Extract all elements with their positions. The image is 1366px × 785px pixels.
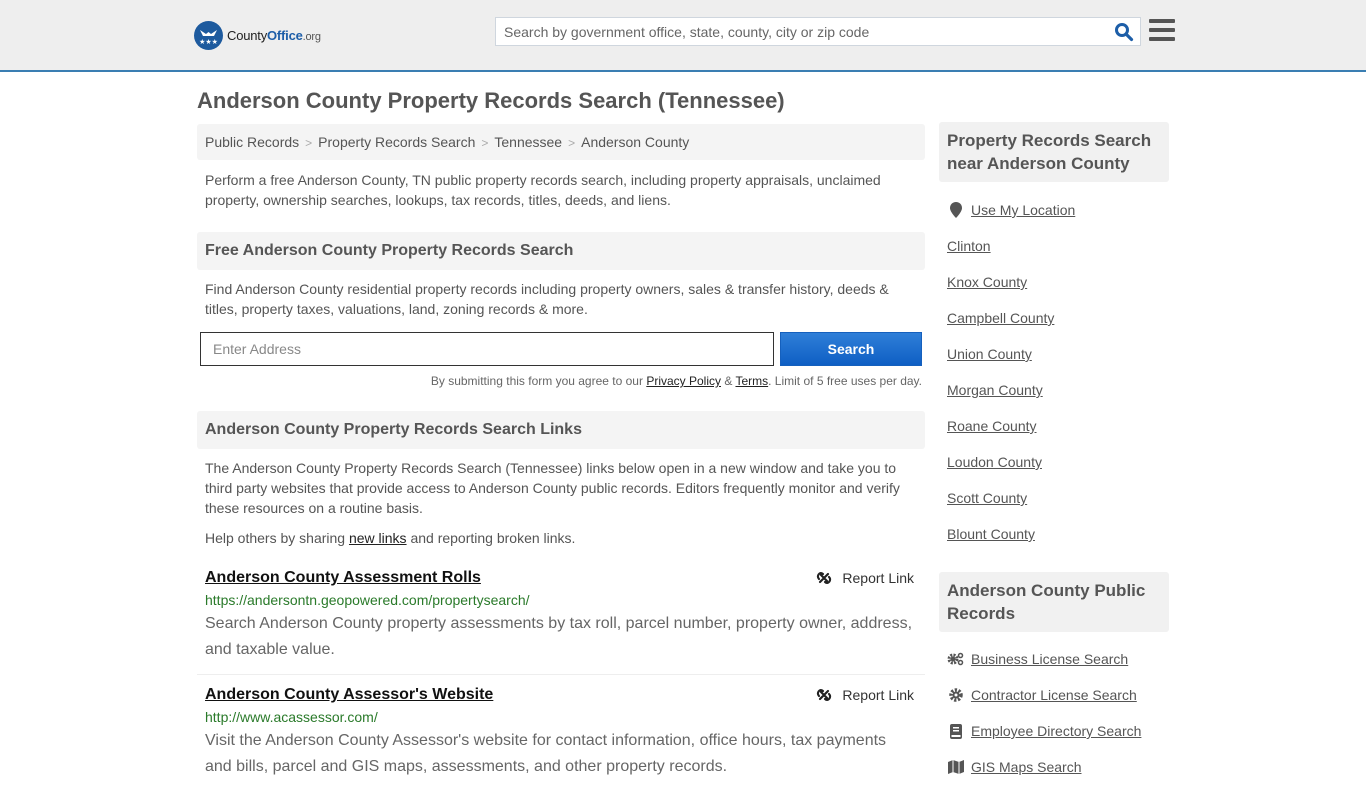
links-section-description: The Anderson County Property Records Sea… (205, 460, 900, 516)
map-marker-icon (947, 202, 964, 218)
broken-link-icon (817, 572, 832, 584)
terms-link[interactable]: Terms (735, 374, 768, 388)
free-search-description: Find Anderson County residential propert… (205, 281, 889, 317)
hamburger-menu-icon[interactable] (1149, 19, 1175, 41)
page-title: Anderson County Property Records Search … (197, 88, 785, 113)
resource-url: https://andersontn.geopowered.com/proper… (205, 592, 530, 608)
gears-icon (947, 651, 964, 667)
new-links-link[interactable]: new links (349, 530, 407, 546)
eagle-stars-icon: ★★★ (194, 21, 223, 50)
book-icon (947, 723, 964, 739)
nearby-link[interactable]: Roane County (947, 408, 1167, 444)
help-text: Help others by sharing new links and rep… (205, 530, 576, 546)
county-office-logo[interactable]: ★★★ CountyOffice.org (194, 21, 321, 50)
public-record-link[interactable]: GIS Maps Search (947, 749, 1167, 785)
use-my-location[interactable]: Use My Location (947, 192, 1167, 228)
resource-description: Search Anderson County property assessme… (205, 615, 913, 658)
breadcrumb-separator: > (481, 136, 489, 150)
breadcrumb-separator: > (568, 136, 576, 150)
resource-url: http://www.acassessor.com/ (205, 709, 378, 725)
breadcrumb-separator: > (305, 136, 313, 150)
address-input[interactable] (200, 332, 774, 366)
intro-text: Perform a free Anderson County, TN publi… (205, 172, 881, 208)
site-search (495, 17, 1141, 46)
nearby-link[interactable]: Morgan County (947, 372, 1167, 408)
resource-link-title[interactable]: Anderson County Assessor's Website (205, 686, 493, 703)
svg-text:★★★: ★★★ (199, 38, 218, 46)
free-search-heading: Free Anderson County Property Records Se… (197, 232, 925, 270)
address-search-button[interactable]: Search (780, 332, 922, 366)
gear-icon (947, 687, 964, 703)
nearby-link[interactable]: Scott County (947, 480, 1167, 516)
logo-text: CountyOffice.org (227, 28, 321, 43)
resource-link-item: Anderson County Assessor's Website Repor… (205, 686, 917, 780)
nearby-heading: Property Records Search near Anderson Co… (939, 122, 1169, 182)
public-records-list: Business License Search Contractor Licen… (947, 641, 1167, 785)
resource-link-item: Anderson County Assessment Rolls Report … (205, 569, 917, 663)
public-record-link[interactable]: Contractor License Search (947, 677, 1167, 713)
nearby-link[interactable]: Loudon County (947, 444, 1167, 480)
public-record-link[interactable]: Business License Search (947, 641, 1167, 677)
public-record-link[interactable]: Employee Directory Search (947, 713, 1167, 749)
links-section-heading: Anderson County Property Records Search … (197, 411, 925, 449)
nearby-list: Use My Location Clinton Knox County Camp… (947, 192, 1167, 552)
breadcrumb: Public Records > Property Records Search > T… (197, 124, 925, 160)
breadcrumb-public-records[interactable]: Public Records (205, 134, 299, 150)
nearby-link[interactable]: Knox County (947, 264, 1167, 300)
resource-description: Visit the Anderson County Assessor's web… (205, 732, 887, 775)
breadcrumb-tennessee[interactable]: Tennessee (494, 134, 562, 150)
public-records-heading: Anderson County Public Records (939, 572, 1169, 632)
privacy-policy-link[interactable]: Privacy Policy (646, 374, 721, 388)
nearby-link[interactable]: Campbell County (947, 300, 1167, 336)
resource-link-title[interactable]: Anderson County Assessment Rolls (205, 569, 481, 586)
form-disclaimer: By submitting this form you agree to our… (430, 374, 922, 388)
report-link-button[interactable]: Report Link (816, 570, 914, 586)
breadcrumb-property-records-search[interactable]: Property Records Search (318, 134, 475, 150)
search-icon[interactable] (1114, 22, 1134, 42)
broken-link-icon (817, 689, 832, 701)
nearby-link[interactable]: Union County (947, 336, 1167, 372)
divider (197, 674, 925, 675)
breadcrumb-current: Anderson County (581, 134, 690, 150)
report-link-button[interactable]: Report Link (816, 687, 914, 703)
nearby-link[interactable]: Blount County (947, 516, 1167, 552)
site-header: ★★★ CountyOffice.org (0, 0, 1366, 72)
nearby-link[interactable]: Clinton (947, 228, 1167, 264)
map-icon (947, 759, 964, 775)
site-search-input[interactable] (496, 18, 1096, 45)
